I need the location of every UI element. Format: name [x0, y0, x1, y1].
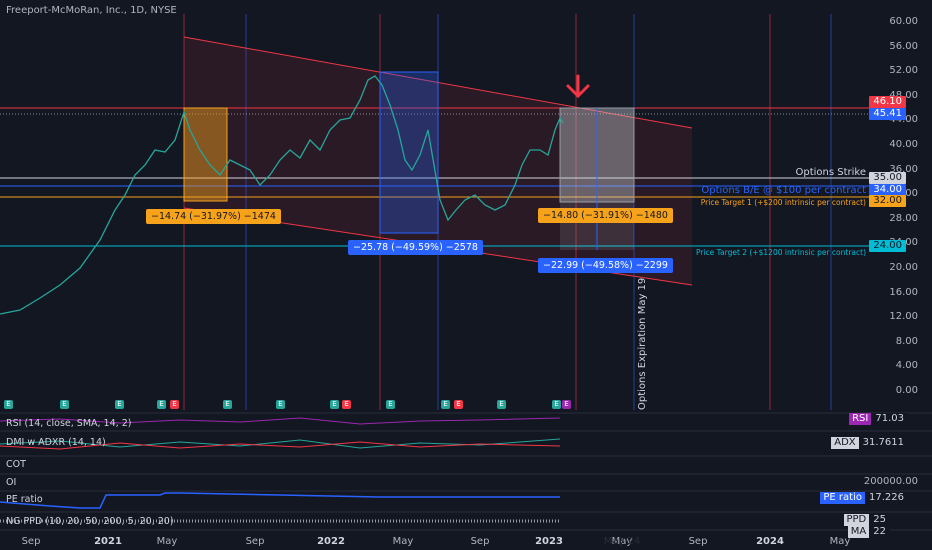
price-axis-tick-label: 40.00	[889, 139, 918, 150]
measure-box-1	[183, 107, 228, 202]
target2-price-tag: 24.00	[869, 240, 906, 252]
time-axis-tick-label: May	[156, 536, 178, 547]
price-axis-tick-label: 52.00	[889, 65, 918, 77]
time-axis-tick-label: 2023	[535, 536, 563, 547]
price-axis-tick-label: 20.00	[889, 262, 918, 273]
time-axis-hover-label: May 24	[603, 536, 641, 547]
rsi-tag-name: RSI	[849, 413, 872, 425]
time-axis-tick-label: Sep	[245, 536, 265, 547]
earnings-marker[interactable]: E	[157, 400, 166, 409]
rsi-value-tag: RSI 71.03	[849, 413, 908, 425]
dmi-pane-label[interactable]: DMI w ADXR (14, 14)	[6, 437, 106, 448]
target2-annotation: Price Target 2 (+$1200 intrinsic per con…	[696, 248, 866, 257]
target1-annotation: Price Target 1 (+$200 intrinsic per cont…	[700, 198, 866, 207]
down-arrow-icon	[566, 74, 590, 99]
time-axis-tick-label: Sep	[21, 536, 41, 547]
price-axis-tick-label: 56.00	[889, 40, 918, 52]
earnings-marker[interactable]: E	[386, 400, 395, 409]
time-axis-tick-label: 2021	[94, 536, 122, 547]
measure-box-2	[379, 71, 439, 234]
earnings-marker[interactable]: E	[497, 400, 506, 409]
price-axis-tick-label: 28.00	[889, 212, 918, 224]
adx-value-tag: ADX 31.7611	[831, 437, 908, 449]
chart-title: Freeport-McMoRan, Inc., 1D, NYSE	[6, 5, 177, 16]
rsi-tag-value: 71.03	[871, 413, 908, 425]
earnings-marker[interactable]: E	[60, 400, 69, 409]
pane-separators	[0, 412, 932, 531]
oi-axis-value: 200000.00	[863, 476, 918, 487]
price-axis-tick-label: 12.00	[889, 311, 918, 323]
price-chart[interactable]	[0, 0, 932, 550]
time-axis-tick-label: 2022	[317, 536, 345, 547]
target1-price-tag: 32.00	[869, 195, 906, 207]
ppd-value-tag: PPD 25	[843, 514, 890, 526]
pe-tag-name: PE ratio	[820, 492, 865, 504]
ppd-pane-label[interactable]: NG PPD (10, 20, 50, 200, 5, 20, 20)	[6, 516, 174, 527]
expiration-annotation: Options Expiration May 19	[637, 277, 648, 410]
pe-tag-value: 17.226	[865, 492, 908, 504]
ma-value-tag: MA 22	[847, 526, 890, 538]
cot-pane-label[interactable]: COT	[6, 459, 26, 470]
event-marker[interactable]: E	[170, 400, 179, 409]
measure-label-2: −25.78 (−49.59%) −2578	[348, 240, 483, 255]
strike-price-tag: 35.00	[869, 172, 906, 184]
ma-tag-value: 22	[869, 526, 890, 538]
ppd-tag-name: PPD	[843, 514, 870, 526]
earnings-marker[interactable]: E	[276, 400, 285, 409]
event-marker[interactable]: E	[454, 400, 463, 409]
earnings-marker[interactable]: E	[330, 400, 339, 409]
event-marker[interactable]: E	[562, 400, 571, 409]
time-axis-tick-label: May	[829, 536, 851, 547]
resistance-price-tag: 46.10	[869, 96, 906, 108]
ppd-tag-value: 25	[869, 514, 890, 526]
earnings-marker[interactable]: E	[552, 400, 561, 409]
strike-annotation: Options Strike	[795, 167, 866, 178]
adx-tag-value: 31.7611	[858, 437, 908, 449]
breakeven-annotation: Options B/E @ $100 per contract	[701, 185, 866, 196]
earnings-marker[interactable]: E	[4, 400, 13, 409]
price-axis-tick-label: 60.00	[889, 16, 918, 27]
earnings-marker[interactable]: E	[441, 400, 450, 409]
price-axis-tick-label: 0.00	[895, 385, 918, 396]
adx-tag-name: ADX	[831, 437, 859, 449]
last-price-tag: 45.41	[869, 108, 906, 120]
measure-label-4: −22.99 (−49.58%) −2299	[538, 258, 673, 273]
oi-pane-label[interactable]: OI	[6, 477, 16, 488]
pe-value-tag: PE ratio 17.226	[820, 492, 908, 504]
pe-ratio-series	[0, 492, 560, 509]
event-marker[interactable]: E	[342, 400, 351, 409]
earnings-marker[interactable]: E	[223, 400, 232, 409]
ma-tag-name: MA	[847, 526, 870, 538]
price-axis-tick-label: 16.00	[889, 286, 918, 298]
time-axis-tick-label: May	[392, 536, 414, 547]
rsi-pane-label[interactable]: RSI (14, close, SMA, 14, 2)	[6, 418, 131, 429]
price-axis-tick-label: 4.00	[895, 360, 918, 372]
measure-label-3: −14.80 (−31.91%) −1480	[538, 208, 673, 223]
time-axis-tick-label: Sep	[688, 536, 708, 547]
measure-label-1: −14.74 (−31.97%) −1474	[146, 209, 281, 224]
pe-pane-label[interactable]: PE ratio	[6, 494, 43, 505]
time-axis-tick-label: Sep	[470, 536, 490, 547]
price-axis-tick-label: 8.00	[895, 335, 918, 347]
earnings-marker[interactable]: E	[115, 400, 124, 409]
time-axis-tick-label: 2024	[756, 536, 784, 547]
